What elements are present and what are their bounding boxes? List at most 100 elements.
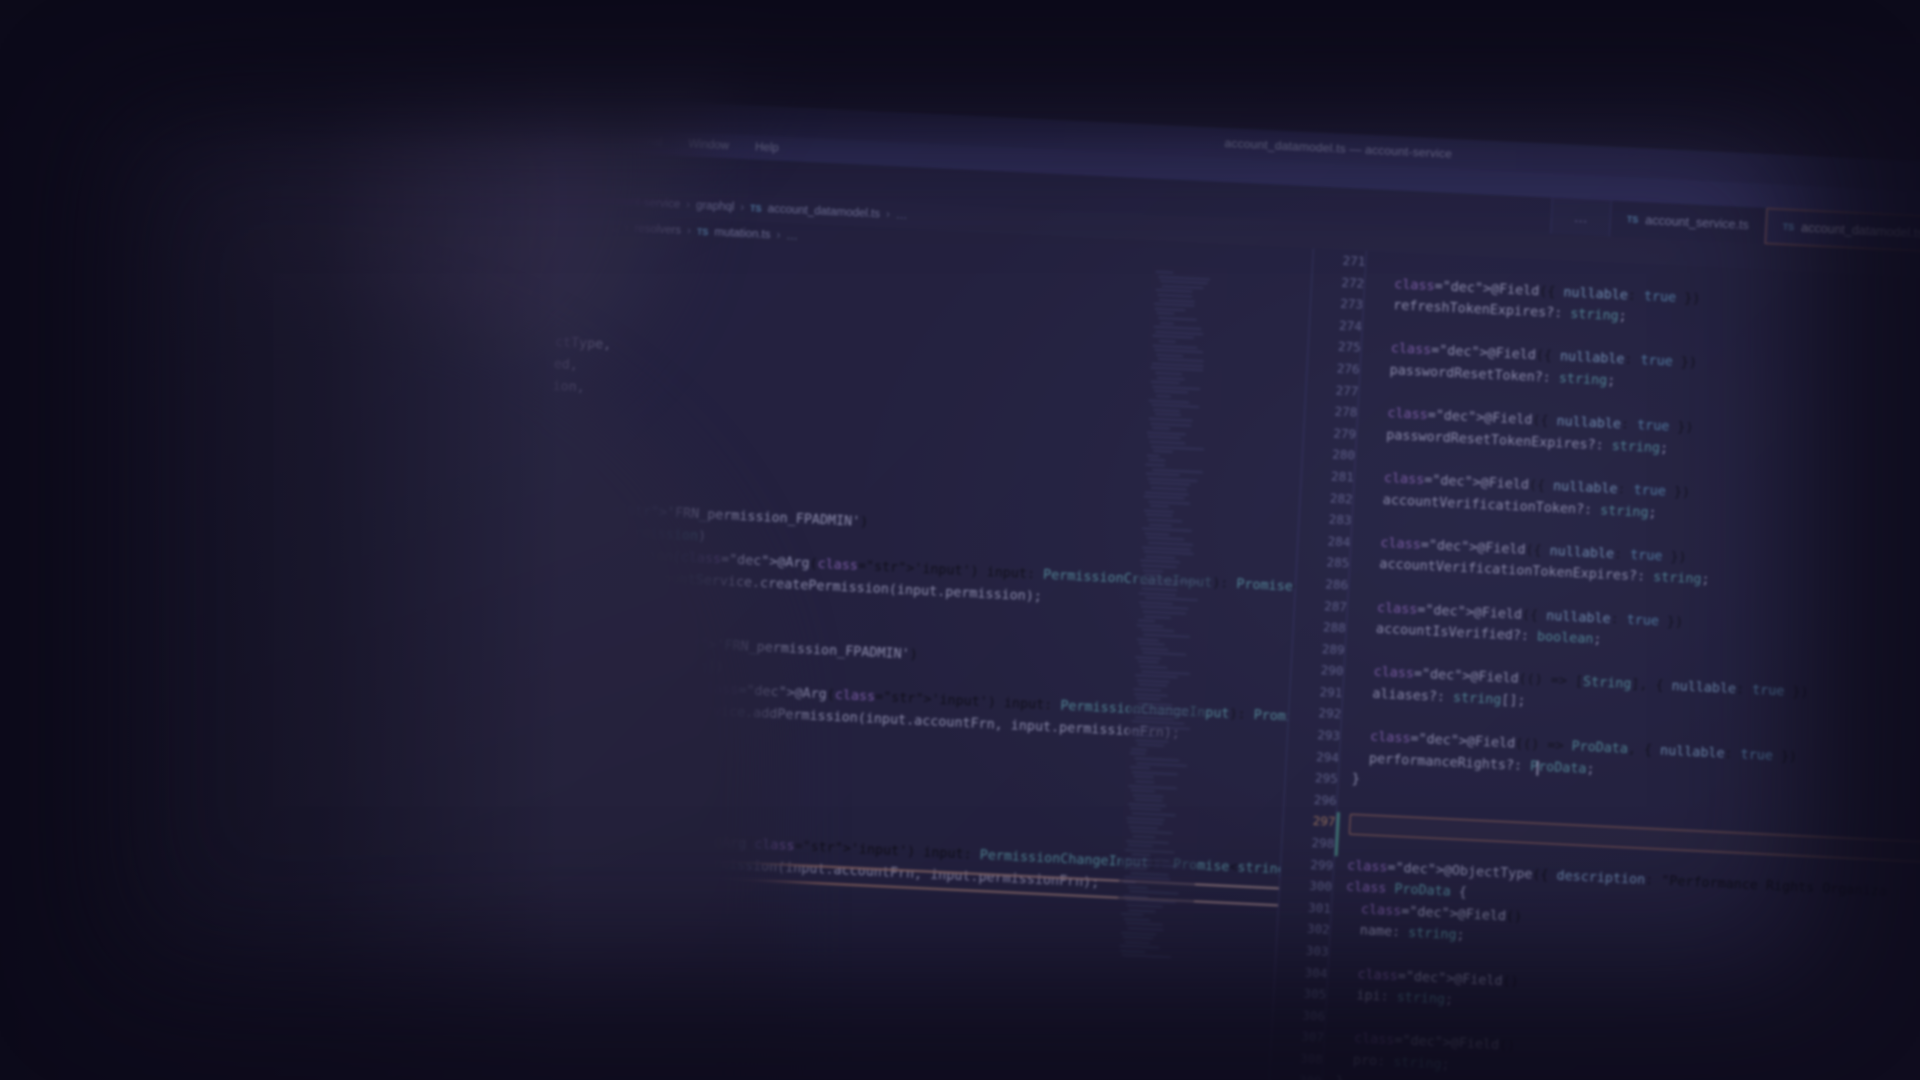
line-number: 304 — [1304, 964, 1328, 981]
minimap-line — [1134, 757, 1180, 762]
minimap-line — [1145, 555, 1175, 559]
minimap-line — [1133, 793, 1164, 798]
minimap-line — [1137, 679, 1170, 683]
minimap-line — [1130, 872, 1169, 876]
typescript-file-icon: TS — [749, 203, 762, 214]
minimap-line — [1141, 670, 1191, 675]
minimap-line — [1127, 927, 1164, 931]
minimap-line — [1132, 729, 1149, 733]
minimap-line — [1127, 821, 1164, 826]
minimap-line — [1155, 330, 1204, 335]
line-source: } — [1351, 772, 1361, 788]
minimap-line — [1154, 348, 1204, 354]
menu-item-window[interactable]: Window — [688, 138, 729, 152]
breadcrumb-tail[interactable]: … — [895, 209, 907, 222]
breadcrumb-file[interactable]: account_datamodel.ts — [767, 203, 880, 220]
minimap-line — [1143, 550, 1195, 556]
line-number: 281 — [1330, 468, 1355, 485]
line-number: 296 — [1313, 791, 1338, 808]
line-number: 292 — [1318, 705, 1342, 722]
line-number: 291 — [1319, 684, 1343, 701]
line-number: 276 — [1336, 360, 1360, 377]
line-number: 288 — [1322, 619, 1347, 636]
minimap-line — [1156, 353, 1184, 357]
minimap-line — [1150, 505, 1170, 508]
line-number: 285 — [1326, 554, 1350, 571]
line-number: 280 — [1331, 446, 1356, 463]
line-number: 271 — [1342, 252, 1366, 269]
minimap-line — [1135, 738, 1169, 743]
minimap-line — [1130, 766, 1151, 770]
minimap-line — [1157, 376, 1185, 380]
minimap-line — [1129, 867, 1147, 871]
minimap-line — [1155, 270, 1174, 274]
minimap-line — [1155, 371, 1183, 376]
minimap-line — [1147, 435, 1181, 440]
chevron-right-icon: › — [685, 199, 691, 212]
line-number: 300 — [1308, 878, 1333, 895]
minimap-line — [1137, 743, 1164, 747]
typescript-file-icon: TS — [1626, 214, 1639, 225]
minimap-line — [1136, 761, 1188, 767]
code-content-right[interactable]: 271 272 class="dec">@Field({ nullable: tr… — [1264, 248, 1920, 1080]
line-number: 305 — [1303, 985, 1327, 1002]
breadcrumb-part-graphql[interactable]: graphql — [696, 200, 735, 214]
minimap-line — [1148, 417, 1193, 422]
minimap-line — [1142, 546, 1191, 551]
tab-overflow-button[interactable]: … — [1550, 197, 1612, 237]
minimap-line — [1146, 431, 1187, 436]
line-number: 294 — [1315, 748, 1340, 765]
chevron-right-icon: › — [739, 201, 745, 214]
line-number: 293 — [1316, 727, 1341, 744]
minimap-line — [1133, 688, 1161, 692]
minimap-line — [1128, 908, 1156, 913]
minimap-line — [1151, 362, 1204, 368]
minimap-line — [1159, 339, 1177, 343]
minimap-line — [1152, 344, 1198, 349]
minimap-line — [1160, 321, 1174, 325]
minimap-line — [1158, 358, 1204, 363]
minimap-line — [1136, 697, 1161, 701]
minimap-line — [1123, 936, 1154, 940]
minimap-line — [1153, 325, 1202, 331]
minimap-line — [1139, 665, 1168, 669]
minimap-line — [1124, 848, 1176, 854]
editor-pane-right[interactable]: 271 272 class="dec">@Field({ nullable: tr… — [1263, 248, 1920, 1080]
minimap-line — [1128, 784, 1177, 789]
minimap-line — [1133, 775, 1154, 779]
minimap-line — [1147, 477, 1198, 482]
minimap-line — [1140, 559, 1180, 564]
minimap-line — [1139, 642, 1166, 646]
minimap-line — [1138, 683, 1168, 688]
minimap-line — [1137, 702, 1173, 706]
minimap-line — [1131, 830, 1173, 835]
minimap-line — [1128, 844, 1153, 848]
line-number: 289 — [1321, 640, 1346, 657]
minimap-line — [1153, 408, 1180, 412]
line-number: 279 — [1333, 425, 1357, 442]
line-number: 274 — [1338, 317, 1363, 334]
minimap-line — [1135, 715, 1174, 720]
minimap-line — [1158, 275, 1211, 280]
minimap-line — [1144, 532, 1170, 536]
line-source: } — [1335, 1071, 1344, 1080]
photographed-screen: account_datamodel.ts — account-service R… — [0, 0, 1920, 1080]
line-number: 283 — [1328, 511, 1352, 528]
minimap-line — [1146, 578, 1201, 584]
minimap-line — [1139, 706, 1188, 712]
line-number: 308 — [1299, 1050, 1324, 1067]
minimap-line — [1147, 518, 1183, 523]
minimap-line — [1141, 587, 1178, 592]
minimap-line — [1156, 394, 1171, 398]
minimap-line — [1121, 931, 1157, 936]
minimap-line — [1138, 591, 1177, 596]
minimap-line — [1142, 610, 1187, 615]
minimap-line — [1149, 523, 1172, 527]
minimap-line — [1137, 637, 1159, 641]
minimap-line — [1145, 463, 1165, 467]
minimap-line — [1148, 541, 1194, 546]
minimap-line — [1126, 839, 1169, 844]
minimap-line — [1150, 367, 1204, 372]
menu-item-help[interactable]: Help — [755, 141, 779, 154]
minimap-line — [1134, 692, 1168, 697]
